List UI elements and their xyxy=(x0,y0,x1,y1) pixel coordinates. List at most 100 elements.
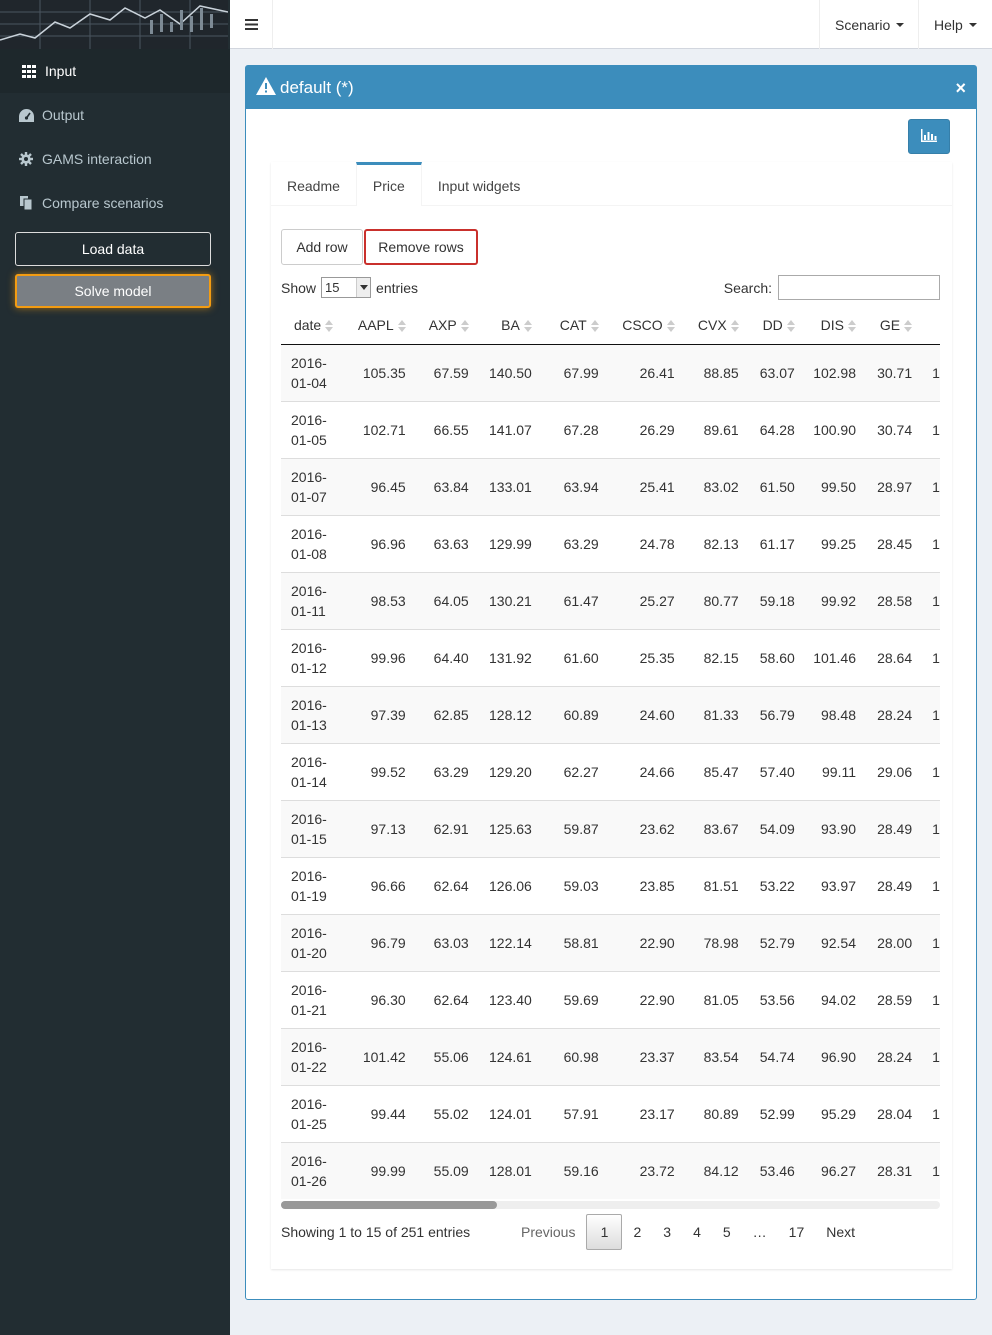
date-cell[interactable]: 2016- 01-20 xyxy=(281,913,347,971)
price-cell[interactable]: 28.49 xyxy=(856,799,913,857)
date-cell[interactable]: 2016- 01-07 xyxy=(281,457,347,515)
date-cell[interactable]: 2016- 01-12 xyxy=(281,628,347,686)
price-cell[interactable]: 82.13 xyxy=(674,514,739,572)
price-cell[interactable]: 28.31 xyxy=(856,1141,913,1199)
price-cell[interactable]: 29.06 xyxy=(856,742,913,800)
price-cell[interactable]: 64.40 xyxy=(405,628,469,686)
price-cell[interactable]: 55.02 xyxy=(405,1084,469,1142)
price-cell[interactable]: 59.87 xyxy=(531,799,599,857)
price-cell[interactable]: 23.62 xyxy=(598,799,675,857)
price-cell[interactable]: 53.46 xyxy=(738,1141,795,1199)
price-cell[interactable]: 95.29 xyxy=(794,1084,857,1142)
table-row[interactable]: 2016- 01-14 99.52 63.29 129.20 62.27 24.66 85.4… xyxy=(281,742,940,800)
column-header-date[interactable]: date xyxy=(281,306,347,345)
table-row[interactable]: 2016- 01-21 96.30 62.64 123.40 59.69 22.90 81.0… xyxy=(281,970,940,1028)
column-header-ba[interactable]: BA xyxy=(468,306,532,345)
price-cell[interactable]: 25.35 xyxy=(598,628,675,686)
price-cell[interactable]: 96.79 xyxy=(346,913,406,971)
remove-rows-button[interactable]: Remove rows xyxy=(364,229,478,265)
price-cell[interactable]: 59.18 xyxy=(738,571,795,629)
price-cell[interactable]: 28.64 xyxy=(856,628,913,686)
price-cell[interactable]: 62.27 xyxy=(531,742,599,800)
date-cell[interactable]: 2016- 01-19 xyxy=(281,856,347,914)
price-cell[interactable]: 98.53 xyxy=(346,571,406,629)
price-cell[interactable]: 89.61 xyxy=(674,400,739,458)
date-cell[interactable]: 2016- 01-11 xyxy=(281,571,347,629)
page-5[interactable]: 5 xyxy=(712,1214,742,1250)
price-cell[interactable]: 102.98 xyxy=(794,343,857,401)
sidebar-item-compare-scenarios[interactable]: Compare scenarios xyxy=(0,181,230,225)
close-icon[interactable]: × xyxy=(955,78,966,99)
scenario-menu[interactable]: Scenario xyxy=(819,0,919,49)
price-cell[interactable]: 63.94 xyxy=(531,457,599,515)
entries-select[interactable]: 15 xyxy=(321,277,372,298)
table-row[interactable]: 2016- 01-12 99.96 64.40 131.92 61.60 25.35 82.1… xyxy=(281,628,940,686)
price-cell[interactable]: 97.13 xyxy=(346,799,406,857)
date-cell[interactable]: 2016- 01-21 xyxy=(281,970,347,1028)
price-cell[interactable]: 60.89 xyxy=(531,685,599,743)
price-cell[interactable]: 133.01 xyxy=(468,457,532,515)
price-cell[interactable]: 129.99 xyxy=(468,514,532,572)
price-cell[interactable]: 99.25 xyxy=(794,514,857,572)
date-cell[interactable]: 2016- 01-26 xyxy=(281,1141,347,1199)
price-cell[interactable]: 53.56 xyxy=(738,970,795,1028)
price-cell[interactable]: 99.96 xyxy=(346,628,406,686)
price-cell[interactable]: 58.60 xyxy=(738,628,795,686)
price-cell[interactable]: 102.71 xyxy=(346,400,406,458)
price-cell[interactable]: 78.98 xyxy=(674,913,739,971)
price-cell[interactable]: 61.50 xyxy=(738,457,795,515)
table-row[interactable]: 2016- 01-25 99.44 55.02 124.01 57.91 23.17 80.8… xyxy=(281,1084,940,1142)
price-cell[interactable]: 28.04 xyxy=(856,1084,913,1142)
price-cell[interactable]: 30.71 xyxy=(856,343,913,401)
price-cell[interactable]: 141.07 xyxy=(468,400,532,458)
price-cell[interactable]: 28.58 xyxy=(856,571,913,629)
price-cell[interactable]: 101.46 xyxy=(794,628,857,686)
price-cell[interactable]: 96.96 xyxy=(346,514,406,572)
date-cell[interactable]: 2016- 01-08 xyxy=(281,514,347,572)
page-2[interactable]: 2 xyxy=(622,1214,652,1250)
price-cell[interactable]: 99.99 xyxy=(346,1141,406,1199)
tab-price[interactable]: Price xyxy=(355,162,422,206)
price-cell[interactable]: 61.17 xyxy=(738,514,795,572)
price-cell[interactable]: 57.91 xyxy=(531,1084,599,1142)
price-cell[interactable]: 96.45 xyxy=(346,457,406,515)
price-cell[interactable]: 54.74 xyxy=(738,1027,795,1085)
price-cell[interactable]: 64.28 xyxy=(738,400,795,458)
price-cell[interactable]: 24.78 xyxy=(598,514,675,572)
column-header-dd[interactable]: DD xyxy=(738,306,795,345)
price-cell[interactable]: 22.90 xyxy=(598,970,675,1028)
price-cell[interactable]: 59.69 xyxy=(531,970,599,1028)
price-cell[interactable]: 101.42 xyxy=(346,1027,406,1085)
price-cell[interactable]: 56.79 xyxy=(738,685,795,743)
price-cell[interactable]: 23.85 xyxy=(598,856,675,914)
price-cell[interactable]: 99.50 xyxy=(794,457,857,515)
page-4[interactable]: 4 xyxy=(682,1214,712,1250)
table-row[interactable]: 2016- 01-04 105.35 67.59 140.50 67.99 26.41 88.… xyxy=(281,343,940,401)
price-cell[interactable]: 124.01 xyxy=(468,1084,532,1142)
price-cell[interactable]: 83.67 xyxy=(674,799,739,857)
table-row[interactable]: 2016- 01-07 96.45 63.84 133.01 63.94 25.41 83.0… xyxy=(281,457,940,515)
table-row[interactable]: 2016- 01-26 99.99 55.09 128.01 59.16 23.72 84.1… xyxy=(281,1141,940,1199)
sidebar-item-gams-interaction[interactable]: GAMS interaction xyxy=(0,137,230,181)
price-cell[interactable]: 63.29 xyxy=(405,742,469,800)
price-cell[interactable]: 84.12 xyxy=(674,1141,739,1199)
price-cell[interactable]: 105.35 xyxy=(346,343,406,401)
price-cell[interactable]: 88.85 xyxy=(674,343,739,401)
price-cell[interactable]: 61.47 xyxy=(531,571,599,629)
price-cell[interactable]: 96.90 xyxy=(794,1027,857,1085)
tab-readme[interactable]: Readme xyxy=(271,162,356,206)
price-cell[interactable]: 100.90 xyxy=(794,400,857,458)
price-cell[interactable]: 140.50 xyxy=(468,343,532,401)
table-row[interactable]: 2016- 01-22 101.42 55.06 124.61 60.98 23.37 83.… xyxy=(281,1027,940,1085)
price-cell[interactable]: 55.06 xyxy=(405,1027,469,1085)
price-cell[interactable]: 62.91 xyxy=(405,799,469,857)
sidebar-item-input[interactable]: Input xyxy=(0,49,230,93)
table-row[interactable]: 2016- 01-08 96.96 63.63 129.99 63.29 24.78 82.1… xyxy=(281,514,940,572)
date-cell[interactable]: 2016- 01-15 xyxy=(281,799,347,857)
price-cell[interactable]: 53.22 xyxy=(738,856,795,914)
price-cell[interactable]: 28.49 xyxy=(856,856,913,914)
price-cell[interactable]: 59.16 xyxy=(531,1141,599,1199)
price-cell[interactable]: 130.21 xyxy=(468,571,532,629)
price-cell[interactable]: 25.41 xyxy=(598,457,675,515)
price-cell[interactable]: 63.07 xyxy=(738,343,795,401)
